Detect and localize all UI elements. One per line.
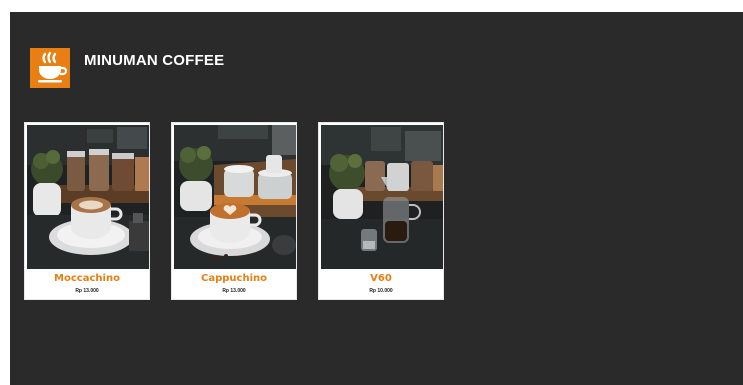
heart-latte-cup-with-jars-photo: [174, 125, 296, 269]
product-card-v60[interactable]: V60 Rp 10.000: [318, 122, 444, 300]
product-price: Rp 13.000: [75, 288, 99, 294]
product-name: Cappuchino: [201, 273, 267, 284]
product-price: Rp 10.000: [369, 288, 393, 294]
v60-coffee-server-with-plant-photo: [321, 125, 443, 269]
page-title: MINUMAN COFFEE: [84, 52, 225, 69]
product-list: Moccachino Rp 13.000 Cappuchino Rp 13.00…: [24, 122, 465, 300]
product-name: V60: [370, 273, 392, 284]
app-screen: MINUMAN COFFEE Moccachino Rp 13.000 Capp…: [10, 12, 743, 385]
product-card-cappuchino[interactable]: Cappuchino Rp 13.000: [171, 122, 297, 300]
product-card-moccachino[interactable]: Moccachino Rp 13.000: [24, 122, 150, 300]
header: MINUMAN COFFEE: [30, 48, 224, 88]
latte-art-cup-with-plant-photo: [27, 125, 149, 269]
product-price: Rp 13.000: [222, 288, 246, 294]
product-name: Moccachino: [54, 273, 120, 284]
coffee-cup-icon: [30, 48, 70, 88]
